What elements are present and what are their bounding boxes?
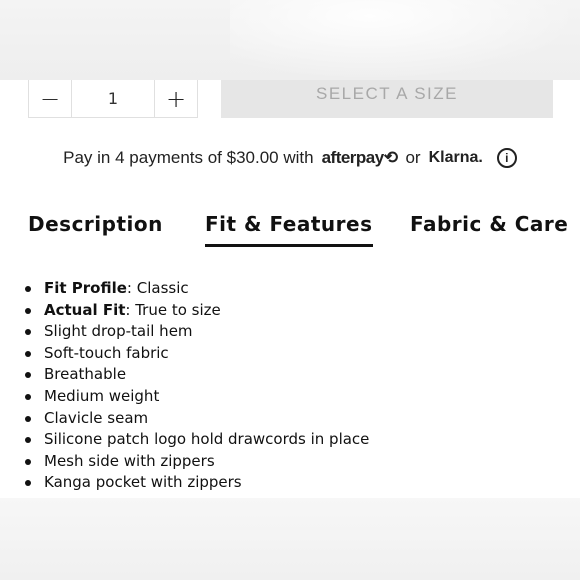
installment-text: Pay in 4 payments of $30.00 with	[63, 148, 314, 167]
feature-text: Medium weight	[44, 386, 160, 405]
list-item: Soft-touch fabric	[24, 343, 544, 365]
feature-text: Slight drop-tail hem	[44, 322, 193, 341]
feature-text: Kanga pocket with zippers	[44, 473, 242, 492]
select-size-button[interactable]: SELECT A SIZE	[221, 80, 553, 118]
feature-label: Fit Profile	[44, 279, 127, 297]
decrease-quantity-button[interactable]: −	[29, 80, 71, 118]
feature-text: Breathable	[44, 365, 127, 384]
increase-quantity-button[interactable]: +	[155, 80, 197, 118]
list-item: Silicone patch logo hold drawcords in pl…	[24, 429, 544, 451]
list-item: Fit Profile: Classic	[24, 278, 544, 300]
klarna-logo: Klarna.	[428, 149, 483, 166]
list-item: Slight drop-tail hem	[24, 321, 544, 343]
afterpay-logo: afterpay⟲	[321, 148, 398, 167]
feature-text: Mesh side with zippers	[44, 451, 215, 470]
tab-fit-features[interactable]: Fit & Features	[205, 212, 373, 247]
feature-text: : Classic	[126, 279, 189, 297]
feature-text: : True to size	[125, 300, 221, 319]
quantity-value[interactable]: 1	[71, 80, 155, 117]
feature-text: Soft-touch fabric	[44, 343, 169, 362]
bottom-blurred-region	[0, 498, 580, 580]
list-item: Mesh side with zippers	[24, 451, 544, 473]
list-item: Breathable	[24, 364, 544, 386]
feature-text: Silicone patch logo hold drawcords in pl…	[44, 430, 370, 449]
tab-description[interactable]: Description	[28, 212, 163, 236]
installment-payment-row: Pay in 4 payments of $30.00 with afterpa…	[0, 146, 580, 170]
product-detail-tabs: Description Fit & Features Fabric & Care	[0, 212, 580, 252]
list-item: Actual Fit: True to size	[24, 300, 544, 322]
list-item: Kanga pocket with zippers	[24, 472, 544, 494]
tab-fabric-care[interactable]: Fabric & Care	[410, 212, 568, 236]
or-text: or	[405, 148, 421, 167]
feature-text: Clavicle seam	[44, 408, 149, 427]
top-blurred-region	[0, 0, 580, 80]
list-item: Medium weight	[24, 386, 544, 408]
feature-label: Actual Fit	[44, 300, 126, 319]
features-list: Fit Profile: Classic Actual Fit: True to…	[24, 278, 544, 494]
list-item: Clavicle seam	[24, 408, 544, 430]
quantity-stepper[interactable]: − 1 +	[28, 80, 198, 118]
info-icon[interactable]: i	[496, 148, 517, 168]
